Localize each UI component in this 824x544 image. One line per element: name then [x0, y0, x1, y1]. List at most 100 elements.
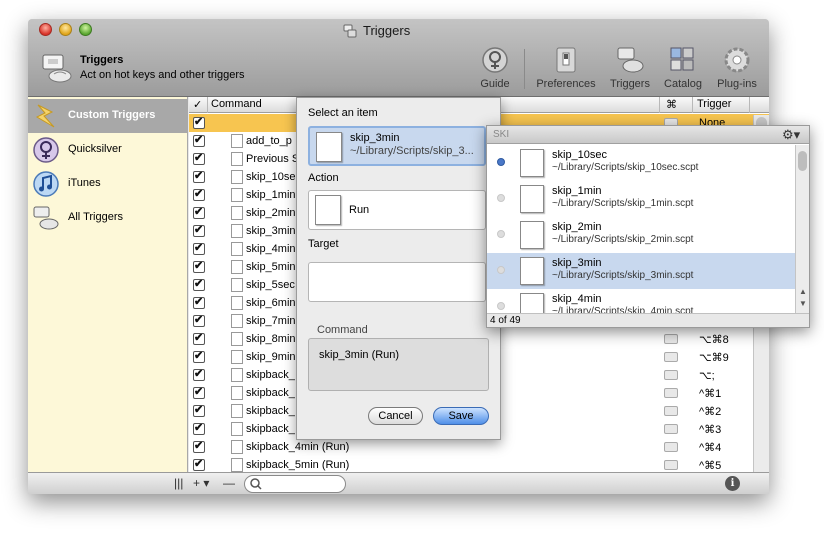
- results-scrollbar[interactable]: ▲ ▼: [795, 145, 809, 313]
- script-icon: [231, 350, 243, 364]
- trigger-cell[interactable]: ⌥⌘8: [699, 333, 729, 346]
- triggers-header-icon: [42, 54, 72, 83]
- trigger-cell[interactable]: ^⌘4: [699, 441, 721, 454]
- script-icon: [231, 224, 243, 238]
- item-well[interactable]: skip_3min ~/Library/Scripts/skip_3...: [308, 126, 486, 166]
- info-icon[interactable]: i: [725, 476, 740, 491]
- command-column-header[interactable]: Command: [211, 98, 262, 110]
- result-item[interactable]: skip_3min ~/Library/Scripts/skip_3min.scp…: [487, 253, 795, 289]
- sidebar-item-label: Quicksilver: [68, 143, 122, 155]
- trigger-cell[interactable]: ⌥⌘9: [699, 351, 729, 364]
- enabled-checkbox[interactable]: [193, 241, 205, 255]
- sidebar-item-quicksilver[interactable]: Quicksilver: [28, 133, 188, 167]
- enabled-checkbox[interactable]: [193, 151, 205, 165]
- enabled-checkbox[interactable]: [193, 313, 205, 327]
- cmd-column-header[interactable]: ⌘: [666, 98, 677, 111]
- trigger-cell[interactable]: ^⌘3: [699, 423, 721, 436]
- toolbar-catalog[interactable]: Catalog: [652, 45, 714, 95]
- trigger-cell[interactable]: ^⌘1: [699, 387, 721, 400]
- table-row[interactable]: skipback_5min (Run) ^⌘5: [189, 456, 769, 472]
- toolbar-plugins[interactable]: Plug-ins: [706, 45, 768, 95]
- enabled-checkbox[interactable]: [193, 205, 205, 219]
- script-icon: [231, 188, 243, 202]
- cancel-button[interactable]: Cancel: [368, 407, 423, 425]
- column-resize-handle[interactable]: |||: [174, 476, 183, 490]
- toolbar-plugins-label: Plug-ins: [717, 78, 757, 90]
- minimize-button[interactable]: [59, 23, 72, 36]
- scroll-down-icon[interactable]: ▼: [799, 299, 807, 308]
- result-indicator: [497, 230, 505, 238]
- command-text: skip_3min (Run): [319, 349, 400, 361]
- enabled-checkbox[interactable]: [193, 295, 205, 309]
- target-well[interactable]: [308, 262, 486, 302]
- result-item[interactable]: skip_1min ~/Library/Scripts/skip_1min.scp…: [487, 181, 795, 217]
- triggers-icon: [617, 47, 644, 73]
- enabled-checkbox[interactable]: [193, 403, 205, 417]
- target-label: Target: [308, 238, 339, 250]
- script-icon: [520, 185, 544, 213]
- script-icon: [231, 296, 243, 310]
- command-cell: Previous S: [246, 153, 300, 165]
- command-cell: skip_4min: [246, 243, 296, 255]
- scroll-up-icon[interactable]: ▲: [799, 287, 807, 296]
- enabled-checkbox[interactable]: [193, 133, 205, 147]
- window-title: Triggers: [363, 23, 411, 38]
- result-indicator: [497, 158, 505, 166]
- enabled-checkbox[interactable]: [193, 367, 205, 381]
- sidebar-item-itunes[interactable]: iTunes: [28, 167, 188, 201]
- results-count: 4 of 49: [490, 315, 521, 326]
- enabled-checkbox[interactable]: [193, 349, 205, 363]
- sidebar-item-all-triggers[interactable]: All Triggers: [28, 201, 188, 235]
- enabled-checkbox[interactable]: [193, 439, 205, 453]
- check-column-header[interactable]: ✓: [193, 98, 202, 111]
- command-label: Command: [317, 324, 368, 336]
- result-item[interactable]: skip_2min ~/Library/Scripts/skip_2min.scp…: [487, 217, 795, 253]
- command-cell: skip_10sec: [246, 171, 302, 183]
- keyboard-icon: [664, 370, 678, 380]
- script-icon: [231, 422, 243, 436]
- lightning-icon: [35, 104, 55, 128]
- save-button[interactable]: Save: [433, 407, 489, 425]
- enabled-checkbox[interactable]: [193, 421, 205, 435]
- sidebar-item-label: Custom Triggers: [68, 109, 156, 121]
- result-indicator: [497, 266, 505, 274]
- add-trigger-button[interactable]: + ▾: [193, 476, 209, 490]
- table-row[interactable]: skipback_4min (Run) ^⌘4: [189, 438, 769, 456]
- command-box: skip_3min (Run): [308, 338, 489, 391]
- action-well[interactable]: Run: [308, 190, 486, 230]
- enabled-checkbox[interactable]: [193, 115, 205, 129]
- result-name: skip_2min: [552, 221, 602, 233]
- script-icon: [231, 278, 243, 292]
- command-cell: skip_2min: [246, 207, 296, 219]
- toolbar-guide[interactable]: Guide: [464, 45, 526, 95]
- keyboard-icon: [664, 334, 678, 344]
- trigger-cell[interactable]: ^⌘5: [699, 459, 721, 472]
- zoom-button[interactable]: [79, 23, 92, 36]
- trigger-cell[interactable]: ⌥;: [699, 369, 715, 382]
- enabled-checkbox[interactable]: [193, 385, 205, 399]
- enabled-checkbox[interactable]: [193, 223, 205, 237]
- sidebar-item-custom-triggers[interactable]: Custom Triggers: [28, 99, 188, 133]
- enabled-checkbox[interactable]: [193, 169, 205, 183]
- enabled-checkbox[interactable]: [193, 277, 205, 291]
- search-field[interactable]: [244, 475, 346, 493]
- remove-trigger-button[interactable]: —: [223, 476, 235, 490]
- trigger-column-header[interactable]: Trigger: [697, 98, 731, 110]
- enabled-checkbox[interactable]: [193, 259, 205, 273]
- script-icon: [231, 386, 243, 400]
- bottom-bar: ||| + ▾ — i: [28, 472, 769, 494]
- gear-icon[interactable]: ⚙▾: [782, 127, 800, 143]
- search-results-popup: SKI ⚙▾ skip_10sec ~/Library/Scripts/skip_…: [486, 125, 810, 328]
- close-button[interactable]: [39, 23, 52, 36]
- result-item[interactable]: skip_10sec ~/Library/Scripts/skip_10sec.s…: [487, 145, 795, 181]
- trigger-cell[interactable]: ^⌘2: [699, 405, 721, 418]
- command-cell: skipback_: [246, 423, 295, 435]
- toolbar-preferences[interactable]: Preferences: [535, 45, 597, 95]
- result-path: ~/Library/Scripts/skip_1min.scpt: [552, 198, 694, 209]
- enabled-checkbox[interactable]: [193, 187, 205, 201]
- enabled-checkbox[interactable]: [193, 331, 205, 345]
- command-cell: skipback_: [246, 405, 295, 417]
- quicksilver-guide-icon: [482, 47, 508, 73]
- enabled-checkbox[interactable]: [193, 457, 205, 471]
- toolbar-guide-label: Guide: [480, 78, 510, 90]
